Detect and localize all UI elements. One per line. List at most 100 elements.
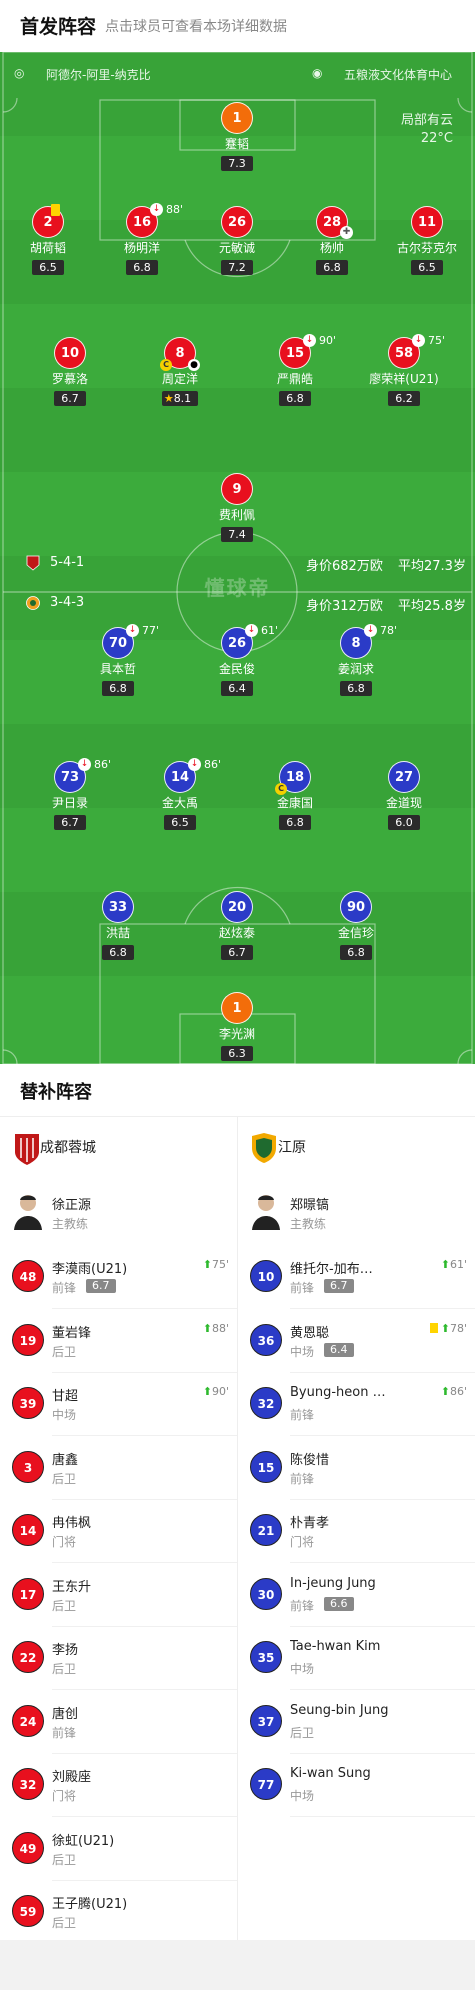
player-away-90[interactable]: 90 金信珍 6.8 [301, 891, 411, 960]
sub-player-row[interactable]: 3 唐鑫 后卫 [0, 1437, 237, 1500]
sub-player-row[interactable]: 17 王东升 后卫 [0, 1564, 237, 1627]
player-away-gk[interactable]: 1 李光渊 6.3 [182, 992, 292, 1061]
coach-name: 郑暻镐 [290, 1198, 330, 1213]
player-away-20[interactable]: 20 赵炫泰 6.7 [182, 891, 292, 960]
sub-player-row[interactable]: 37 Seung-bin Jung 后卫 [238, 1691, 475, 1754]
player-home-15[interactable]: 15 ↓ 90' 严鼎皓 6.8 [240, 334, 350, 406]
sub-player-number: 32 [250, 1387, 282, 1419]
sub-time: 78' [380, 624, 398, 637]
sub-time: 90' [319, 334, 337, 347]
sub-in-time: ⬆86' [441, 1385, 467, 1398]
sub-off-icon: ↓ [78, 758, 91, 771]
player-rating: 6.7 [54, 391, 86, 406]
player-away-26[interactable]: 26 ↓ 61' 金民俊 6.4 [182, 624, 292, 696]
venue-label: 五粮液文化体育中心 [344, 68, 453, 82]
sub-player-name: 甘超 [52, 1389, 79, 1404]
sub-player-row[interactable]: 32 Byung-heon … 前锋 ⬆86' [238, 1373, 475, 1436]
sub-player-row[interactable]: 59 王子腾(U21) 后卫 [0, 1881, 237, 1944]
sub-player-name: 唐创 [52, 1706, 79, 1722]
sub-in-time: ⬆88' [203, 1322, 229, 1335]
player-rating: 6.3 [221, 1046, 253, 1061]
sub-player-position: 前锋 [52, 1281, 77, 1295]
player-away-27[interactable]: 27 金道现 6.0 [349, 761, 459, 830]
sub-player-name: 朴青孝 [290, 1516, 330, 1531]
player-number: 90 [340, 891, 372, 923]
sub-player-position: 门将 [290, 1535, 315, 1549]
sub-player-row[interactable]: 77 Ki-wan Sung 中场 [238, 1754, 475, 1817]
away-team-row: 江原 [238, 1124, 475, 1174]
player-home-16[interactable]: 16 ↓ 88' 杨明洋 6.8 [87, 203, 197, 275]
pitch: ◎ 阿德尔-阿里-纳克比 ◉ 五粮液文化体育中心 局部有云 22°C 懂球帝 5… [0, 52, 475, 1064]
player-home-gk[interactable]: 1 蹇韬 7.3 [182, 102, 292, 171]
sub-player-row[interactable]: 10 维托尔-加布… 前锋 6.7 ⬆61' [238, 1246, 475, 1309]
sub-player-row[interactable]: 36 黄恩聪 中场 6.4 ⬆78' [238, 1310, 475, 1373]
sub-player-row[interactable]: 19 董岩锋 后卫 ⬆88' [0, 1310, 237, 1373]
page-title: 首发阵容 [20, 16, 97, 38]
home-coach[interactable]: 徐正源 主教练 [0, 1182, 237, 1245]
player-name: 元敏诚 [218, 241, 255, 255]
sub-player-row[interactable]: 15 陈俊惜 前锋 [238, 1437, 475, 1500]
sub-player-row[interactable]: 35 Tae-hwan Kim 中场 [238, 1627, 475, 1690]
sub-player-row[interactable]: 49 徐虹(U21) 后卫 [0, 1818, 237, 1881]
sub-player-name: Tae-hwan Kim [290, 1639, 381, 1654]
player-rating: 6.8 [316, 260, 348, 275]
player-home-26[interactable]: 26 元敏诚 7.2 [182, 206, 292, 275]
sub-in-minute: 61' [449, 1258, 467, 1271]
sub-player-position: 中场 [290, 1662, 315, 1676]
player-away-14[interactable]: 14 ↓ 86' 金大禹 6.5 [125, 758, 235, 830]
sub-player-name: 黄恩聪 [290, 1325, 330, 1341]
sub-player-number: 19 [12, 1323, 44, 1356]
sub-player-row[interactable]: 39 甘超 中场 ⬆90' [0, 1373, 237, 1436]
sub-in-icon: ⬆ [440, 1321, 450, 1335]
sub-player-number: 22 [12, 1641, 44, 1673]
sub-player-name: 维托尔-加布… [290, 1262, 373, 1277]
player-home-58[interactable]: 58 ↓ 75' 廖荣祥(U21) 6.2 [349, 334, 459, 406]
player-away-70[interactable]: 70 ↓ 77' 具本哲 6.8 [63, 624, 173, 696]
sub-off-icon: ↓ [126, 624, 139, 637]
sub-in-icon: ⬆ [440, 1385, 450, 1398]
player-away-73[interactable]: 73 ↓ 86' 尹日录 6.7 [15, 758, 125, 830]
player-rating: 6.2 [388, 391, 420, 406]
coach-role: 主教练 [290, 1217, 327, 1231]
player-home-8[interactable]: 8 C ● 周定洋 ★8.1 [125, 337, 235, 406]
sub-in-icon: ⬆ [202, 1321, 212, 1335]
sub-player-number: 37 [250, 1704, 282, 1737]
sub-in-minute: 78' [449, 1321, 467, 1335]
sub-off-icon: ↓ [150, 203, 163, 216]
player-number: 9 [221, 473, 253, 505]
player-rating: 6.4 [221, 681, 253, 696]
away-coach[interactable]: 郑暻镐 主教练 [238, 1182, 475, 1245]
coach-name: 徐正源 [52, 1198, 92, 1213]
player-home-9[interactable]: 9 费利佩 7.4 [182, 473, 292, 542]
sub-player-position: 中场 [290, 1344, 315, 1359]
player-name: 金大禹 [161, 796, 198, 810]
sub-player-row[interactable]: 24 唐创 前锋 [0, 1691, 237, 1754]
player-home-10[interactable]: 10 罗慕洛 6.7 [15, 337, 125, 406]
weather-condition: 局部有云 [400, 113, 453, 128]
player-name: 金道现 [385, 796, 422, 810]
temperature: 22°C [420, 131, 453, 146]
sub-player-position: 后卫 [52, 1662, 77, 1676]
sub-player-number: 48 [12, 1260, 44, 1292]
player-name: 金民俊 [218, 662, 255, 676]
sub-player-row[interactable]: 48 李漠雨(U21) 前锋 6.7 ⬆75' [0, 1246, 237, 1309]
player-home-28[interactable]: 28 ✚ 杨帅 6.8 [277, 206, 387, 275]
player-rating: 6.8 [126, 260, 158, 275]
player-away-18[interactable]: 18 C 金康国 6.8 [240, 761, 350, 830]
sub-in-time: ⬆78' [429, 1321, 467, 1335]
sub-player-position: 后卫 [52, 1471, 77, 1486]
player-away-8[interactable]: 8 ↓ 78' 姜润求 6.8 [301, 624, 411, 696]
sub-player-row[interactable]: 30 In-jeung Jung 前锋 6.6 [238, 1564, 475, 1627]
sub-player-row[interactable]: 21 朴青孝 门将 [238, 1500, 475, 1563]
yellow-card-icon [51, 204, 60, 216]
sub-player-row[interactable]: 22 李扬 后卫 [0, 1627, 237, 1690]
sub-player-name: 王东升 [52, 1579, 92, 1595]
sub-player-row[interactable]: 32 刘殿座 门将 [0, 1754, 237, 1817]
sub-in-minute: 75' [211, 1258, 229, 1271]
player-away-33[interactable]: 33 洪喆 6.8 [63, 891, 173, 960]
sub-player-number: 21 [250, 1514, 282, 1546]
player-home-11[interactable]: 11 古尔芬克尔 6.5 [372, 206, 475, 275]
sub-player-row[interactable]: 14 冉伟枫 门将 [0, 1500, 237, 1563]
sub-player-name: 冉伟枫 [52, 1516, 92, 1531]
sub-player-number: 24 [12, 1704, 44, 1737]
